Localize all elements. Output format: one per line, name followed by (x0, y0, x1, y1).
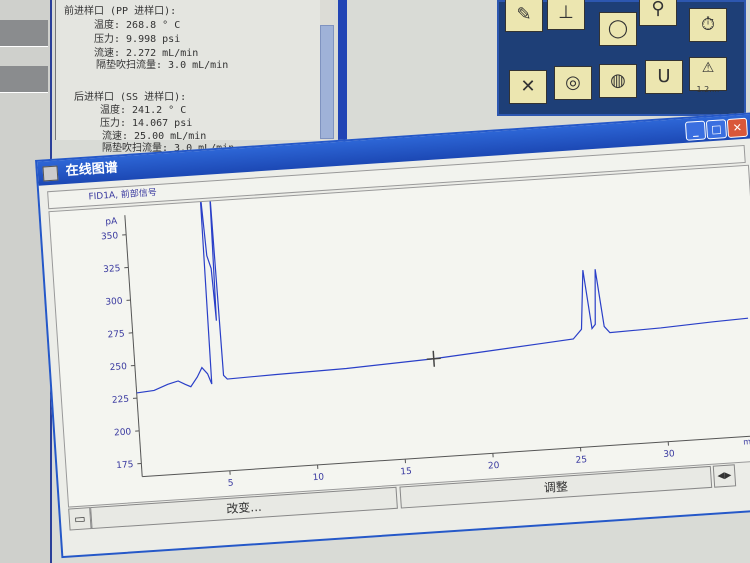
x-tick-label: 5 (228, 479, 234, 489)
y-tick-label: 200 (114, 427, 132, 438)
window-border (338, 0, 347, 150)
warning-button[interactable]: ⚠ 1.2.... (689, 57, 727, 94)
y-tick-label: 325 (103, 264, 121, 275)
stopwatch-icon[interactable]: ⏱ (689, 8, 727, 42)
recycle-icon[interactable]: U (645, 60, 683, 94)
close-button[interactable]: ✕ (726, 117, 749, 139)
y-tick-label: 300 (105, 297, 123, 308)
crosshair-cursor (432, 350, 436, 367)
maximize-button[interactable]: □ (705, 119, 728, 140)
x-tick-label: 20 (488, 461, 500, 472)
valve-icon[interactable]: ⊥ (547, 0, 585, 30)
y-tick-label: 250 (109, 362, 127, 373)
warning-icon: ⚠ (701, 60, 715, 76)
warning-label: 1.2.... (696, 85, 720, 94)
front-inlet-pressure: 压力: 9.998 psi (94, 34, 181, 45)
chromatogram-plot[interactable]: 175 200 225 250 275 300 325 350 5 10 15 20 25 30 pA min (48, 164, 750, 508)
circle-icon[interactable]: ◎ (554, 66, 592, 100)
tools-icon[interactable]: ✕ (509, 70, 547, 104)
front-inlet-header: 前进样口 (PP 进样口): (64, 6, 177, 17)
scrollbar-thumb[interactable] (320, 25, 334, 139)
online-chromatogram-window: 在线图谱 _ □ ✕ FID1A, 前部信号 175 200 225 250 275 30… (35, 112, 750, 559)
scroll-left-button[interactable]: ▭ (68, 507, 92, 531)
y-axis-unit: pA (105, 217, 118, 228)
instrument-status-panel: 前进样口 (PP 进样口): 温度: 268.8 ° C 压力: 9.998 p… (55, 0, 321, 154)
left-button[interactable] (0, 20, 48, 47)
x-tick-label: 25 (575, 455, 587, 466)
y-tick-label: 225 (112, 395, 130, 406)
y-tick-label: 275 (107, 329, 125, 340)
gauge-icon[interactable]: ◍ (599, 64, 637, 98)
split-button[interactable]: ◀▶ (712, 464, 737, 488)
window-system-icon[interactable] (42, 165, 59, 182)
instrument-toolbar: ✎ ⊥ ◯ ⚲ ⏱ ✕ ◎ ◍ U ⚠ 1.2.... (497, 0, 746, 116)
minimize-button[interactable]: _ (684, 120, 707, 141)
info-scrollbar[interactable] (320, 0, 334, 140)
x-tick-label: 15 (400, 467, 412, 478)
column-icon[interactable]: ◯ (599, 12, 637, 46)
x-tick-label: 30 (663, 449, 675, 460)
window-title: 在线图谱 (65, 160, 119, 179)
syringe-icon[interactable]: ✎ (505, 0, 543, 32)
left-button[interactable] (0, 66, 48, 93)
front-inlet-purge: 隔垫吹扫流量: 3.0 mL/min (96, 60, 229, 71)
x-axis-unit: min (743, 437, 750, 447)
chart-svg: 175 200 225 250 275 300 325 350 5 10 15 20 25 30 pA min (101, 189, 750, 489)
x-tick-label: 10 (312, 473, 324, 484)
y-tick-label: 350 (101, 231, 119, 242)
magnifier-icon[interactable]: ⚲ (639, 0, 677, 26)
front-inlet-temp: 温度: 268.8 ° C (94, 20, 181, 31)
y-tick-label: 175 (116, 460, 134, 471)
